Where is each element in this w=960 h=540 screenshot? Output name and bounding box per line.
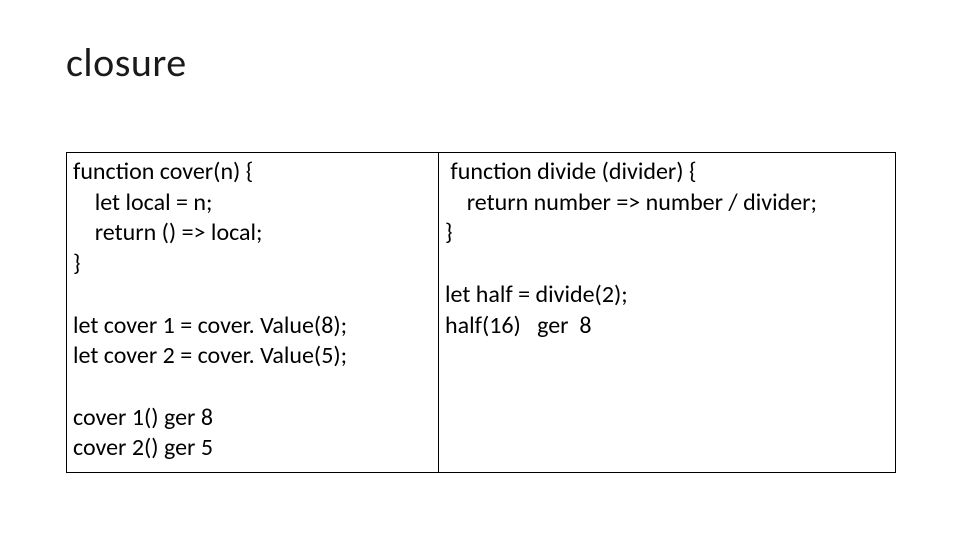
code-line: function divide (divider) {: [445, 157, 889, 188]
code-left-column: function cover(n) { let local = n; retur…: [67, 153, 439, 472]
code-line: function cover(n) {: [73, 157, 432, 188]
code-line: let local = n;: [73, 188, 432, 219]
code-line: }: [73, 249, 432, 280]
code-line: return () => local;: [73, 218, 432, 249]
code-line: let half = divide(2);: [445, 280, 889, 311]
code-line: [73, 280, 432, 311]
code-line: }: [445, 218, 889, 249]
code-right-column: function divide (divider) { return numbe…: [439, 153, 895, 472]
code-line: [445, 249, 889, 280]
slide: closure function cover(n) { let local = …: [0, 0, 960, 540]
slide-title: closure: [66, 38, 187, 87]
code-columns: function cover(n) { let local = n; retur…: [66, 152, 896, 473]
code-line: cover 2() ger 5: [73, 433, 432, 464]
code-line: return number => number / divider;: [445, 188, 889, 219]
code-line: cover 1() ger 8: [73, 403, 432, 434]
code-line: [73, 372, 432, 403]
code-line: let cover 1 = cover. Value(8);: [73, 311, 432, 342]
code-line: half(16) ger 8: [445, 311, 889, 342]
code-line: let cover 2 = cover. Value(5);: [73, 341, 432, 372]
